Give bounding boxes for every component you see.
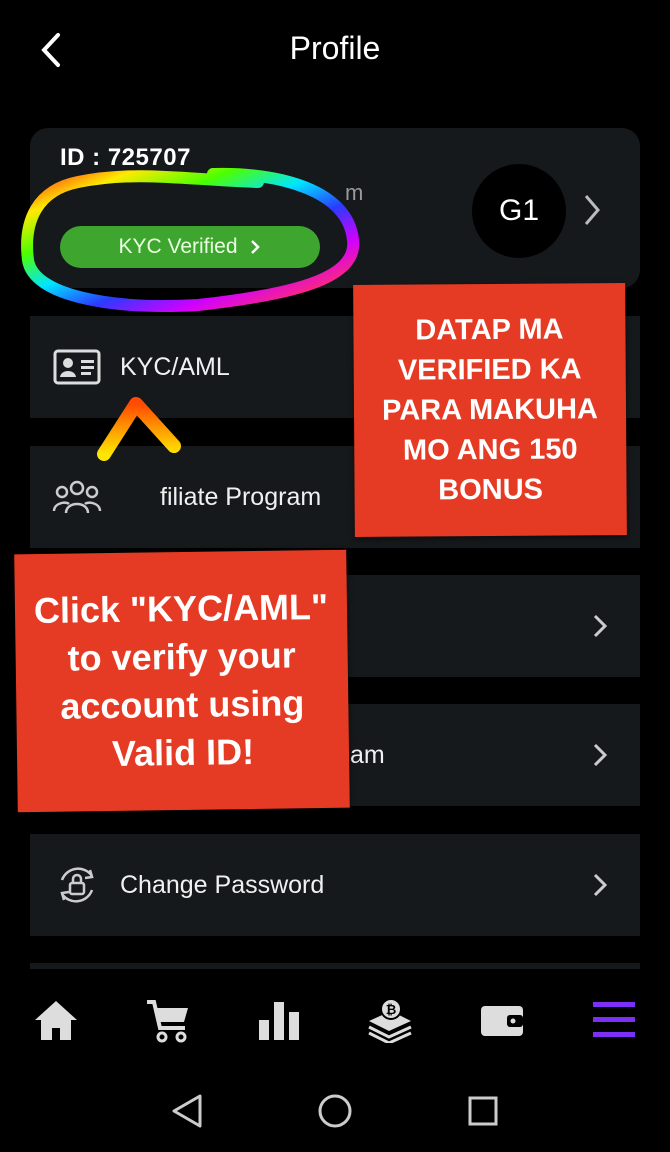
id-card-icon xyxy=(50,340,104,394)
wallet-icon[interactable] xyxy=(474,990,530,1050)
system-recents-icon[interactable] xyxy=(458,1088,508,1134)
chevron-right-icon xyxy=(588,865,612,905)
page-title: Profile xyxy=(289,30,381,66)
menu-item-label: am xyxy=(350,740,385,769)
menu-item-partial xyxy=(30,963,640,969)
annotation-note-instruction: Click "KYC/AML" to verify your account u… xyxy=(14,549,350,813)
bitcoin-cash-icon[interactable]: ₿ xyxy=(362,990,418,1050)
menu-item-label: Change Password xyxy=(120,870,325,899)
bottom-navigation: ₿ xyxy=(0,990,670,1056)
chevron-right-icon xyxy=(588,735,612,775)
arrow-up-annotation xyxy=(97,397,181,548)
menu-item-label: filiate Program xyxy=(160,482,322,511)
svg-text:₿: ₿ xyxy=(386,1003,397,1018)
avatar[interactable]: G1 xyxy=(472,164,566,258)
menu-item-label: KYC/AML xyxy=(120,352,230,381)
annotation-note-bonus: DATAP MA VERIFIED KA PARA MAKUHA MO ANG … xyxy=(353,283,627,537)
lock-refresh-icon xyxy=(50,858,104,912)
cart-icon[interactable] xyxy=(140,990,196,1050)
system-back-icon[interactable] xyxy=(162,1088,212,1134)
menu-icon[interactable] xyxy=(586,990,642,1050)
chevron-right-icon xyxy=(588,606,612,646)
system-navigation-bar xyxy=(0,1080,670,1140)
system-home-icon[interactable] xyxy=(310,1088,360,1134)
profile-chevron[interactable] xyxy=(580,190,604,234)
chevron-right-icon xyxy=(584,195,600,225)
menu-item-change-password[interactable]: Change Password xyxy=(30,834,640,936)
home-icon[interactable] xyxy=(28,990,84,1050)
rainbow-circle-annotation xyxy=(21,167,360,312)
bar-chart-icon[interactable] xyxy=(251,990,307,1050)
